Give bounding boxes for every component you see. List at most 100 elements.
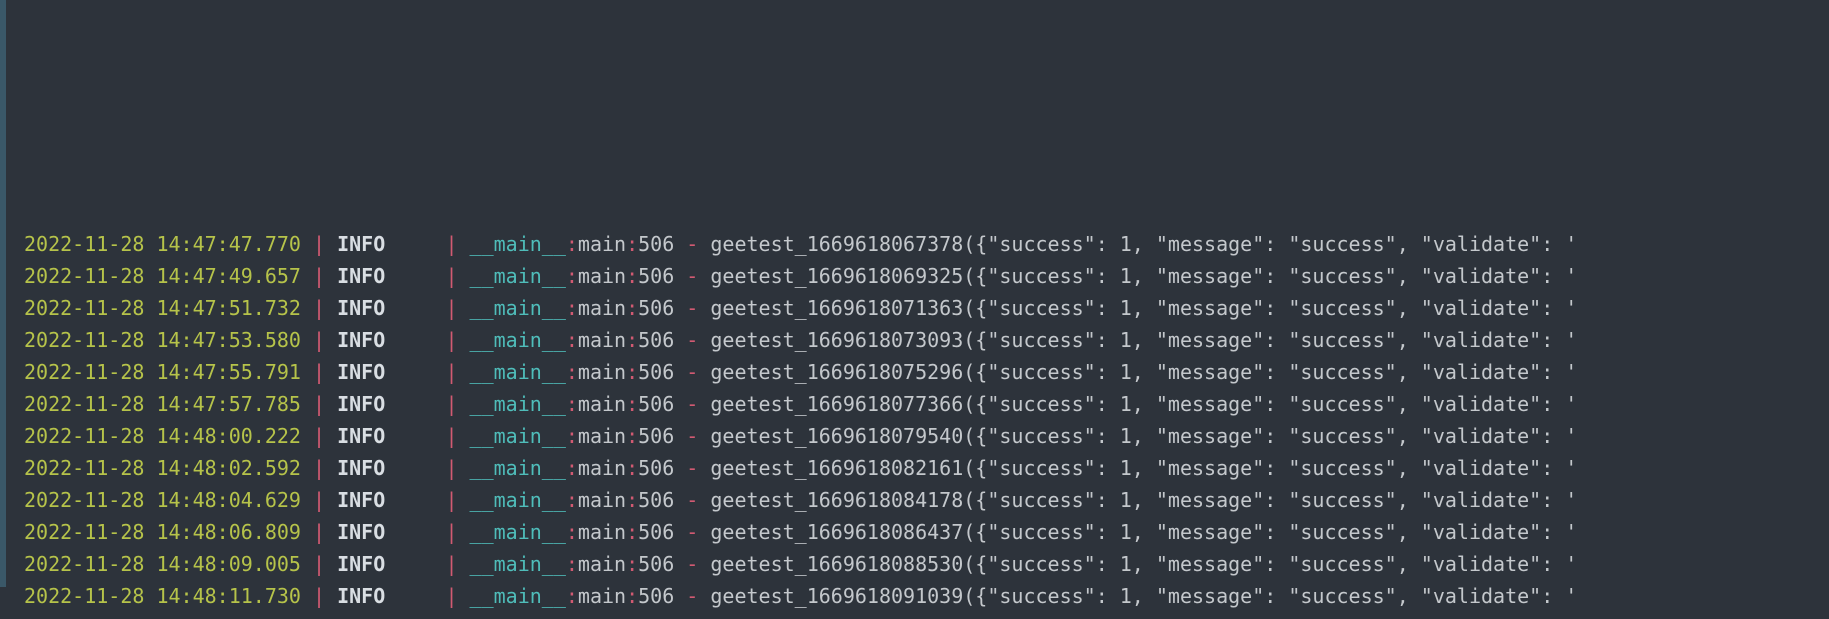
log-module: __main__ — [470, 488, 566, 512]
log-timestamp: 2022-11-28 14:48:00.222 — [24, 424, 301, 448]
terminal-output[interactable]: 2022-11-28 14:47:47.770 | INFO | __main_… — [0, 224, 1829, 619]
log-timestamp: 2022-11-28 14:47:55.791 — [24, 360, 301, 384]
log-message: geetest_1669618093100({"success": 1, "me… — [710, 616, 1577, 619]
log-message: geetest_1669618069325({"success": 1, "me… — [710, 264, 1577, 288]
log-function: main — [578, 456, 626, 480]
pipe-separator: | — [301, 424, 337, 448]
pipe-separator: | — [433, 392, 469, 416]
log-timestamp: 2022-11-28 14:48:04.629 — [24, 488, 301, 512]
pipe-separator: | — [433, 520, 469, 544]
log-module: __main__ — [470, 296, 566, 320]
dash-separator: - — [674, 232, 710, 256]
log-module: __main__ — [470, 520, 566, 544]
log-function: main — [578, 424, 626, 448]
log-timestamp: 2022-11-28 14:48:02.592 — [24, 456, 301, 480]
pipe-separator: | — [433, 328, 469, 352]
pipe-separator: | — [301, 264, 337, 288]
log-message: geetest_1669618077366({"success": 1, "me… — [710, 392, 1577, 416]
colon-separator: : — [626, 520, 638, 544]
log-message: geetest_1669618079540({"success": 1, "me… — [710, 424, 1577, 448]
log-level: INFO — [337, 616, 433, 619]
log-function: main — [578, 232, 626, 256]
dash-separator: - — [674, 296, 710, 320]
log-line: 2022-11-28 14:48:09.005 | INFO | __main_… — [0, 548, 1829, 580]
colon-separator: : — [626, 296, 638, 320]
log-module: __main__ — [470, 264, 566, 288]
log-line: 2022-11-28 14:47:51.732 | INFO | __main_… — [0, 292, 1829, 324]
pipe-separator: | — [433, 616, 469, 619]
log-lineno: 506 — [638, 232, 674, 256]
pipe-separator: | — [301, 392, 337, 416]
log-message: geetest_1669618088530({"success": 1, "me… — [710, 552, 1577, 576]
log-line: 2022-11-28 14:47:47.770 | INFO | __main_… — [0, 228, 1829, 260]
pipe-separator: | — [301, 456, 337, 480]
log-line: 2022-11-28 14:48:04.629 | INFO | __main_… — [0, 484, 1829, 516]
log-function: main — [578, 328, 626, 352]
dash-separator: - — [674, 328, 710, 352]
dash-separator: - — [674, 488, 710, 512]
log-level: INFO — [337, 328, 433, 352]
log-lineno: 506 — [638, 328, 674, 352]
log-lineno: 506 — [638, 616, 674, 619]
dash-separator: - — [674, 520, 710, 544]
pipe-separator: | — [433, 360, 469, 384]
colon-separator: : — [566, 520, 578, 544]
log-line: 2022-11-28 14:47:57.785 | INFO | __main_… — [0, 388, 1829, 420]
log-function: main — [578, 360, 626, 384]
log-module: __main__ — [470, 456, 566, 480]
log-lineno: 506 — [638, 264, 674, 288]
log-level: INFO — [337, 520, 433, 544]
log-module: __main__ — [470, 232, 566, 256]
log-line: 2022-11-28 14:48:02.592 | INFO | __main_… — [0, 452, 1829, 484]
pipe-separator: | — [301, 584, 337, 608]
log-timestamp: 2022-11-28 14:48:11.730 — [24, 584, 301, 608]
colon-separator: : — [626, 488, 638, 512]
log-lineno: 506 — [638, 456, 674, 480]
log-line: 2022-11-28 14:47:53.580 | INFO | __main_… — [0, 324, 1829, 356]
gutter — [0, 0, 6, 587]
log-message: geetest_1669618073093({"success": 1, "me… — [710, 328, 1577, 352]
log-function: main — [578, 520, 626, 544]
log-module: __main__ — [470, 360, 566, 384]
pipe-separator: | — [301, 232, 337, 256]
log-timestamp: 2022-11-28 14:47:51.732 — [24, 296, 301, 320]
log-function: main — [578, 552, 626, 576]
log-timestamp: 2022-11-28 14:48:13.496 — [24, 616, 301, 619]
log-line: 2022-11-28 14:48:00.222 | INFO | __main_… — [0, 420, 1829, 452]
pipe-separator: | — [433, 232, 469, 256]
pipe-separator: | — [433, 552, 469, 576]
log-line: 2022-11-28 14:48:06.809 | INFO | __main_… — [0, 516, 1829, 548]
pipe-separator: | — [301, 360, 337, 384]
log-message: geetest_1669618067378({"success": 1, "me… — [710, 232, 1577, 256]
log-line: 2022-11-28 14:47:49.657 | INFO | __main_… — [0, 260, 1829, 292]
pipe-separator: | — [433, 296, 469, 320]
log-lineno: 506 — [638, 552, 674, 576]
colon-separator: : — [626, 328, 638, 352]
colon-separator: : — [626, 456, 638, 480]
log-timestamp: 2022-11-28 14:47:49.657 — [24, 264, 301, 288]
colon-separator: : — [626, 616, 638, 619]
dash-separator: - — [674, 616, 710, 619]
colon-separator: : — [566, 360, 578, 384]
log-module: __main__ — [470, 584, 566, 608]
log-lineno: 506 — [638, 360, 674, 384]
pipe-separator: | — [433, 488, 469, 512]
colon-separator: : — [566, 232, 578, 256]
pipe-separator: | — [301, 328, 337, 352]
colon-separator: : — [626, 584, 638, 608]
log-level: INFO — [337, 264, 433, 288]
log-function: main — [578, 264, 626, 288]
log-message: geetest_1669618075296({"success": 1, "me… — [710, 360, 1577, 384]
colon-separator: : — [566, 616, 578, 619]
log-line: 2022-11-28 14:47:55.791 | INFO | __main_… — [0, 356, 1829, 388]
pipe-separator: | — [301, 488, 337, 512]
dash-separator: - — [674, 264, 710, 288]
log-line: 2022-11-28 14:48:13.496 | INFO | __main_… — [0, 612, 1829, 619]
log-message: geetest_1669618082161({"success": 1, "me… — [710, 456, 1577, 480]
log-message: geetest_1669618091039({"success": 1, "me… — [710, 584, 1577, 608]
colon-separator: : — [626, 392, 638, 416]
log-timestamp: 2022-11-28 14:47:47.770 — [24, 232, 301, 256]
log-level: INFO — [337, 456, 433, 480]
log-module: __main__ — [470, 616, 566, 619]
dash-separator: - — [674, 360, 710, 384]
